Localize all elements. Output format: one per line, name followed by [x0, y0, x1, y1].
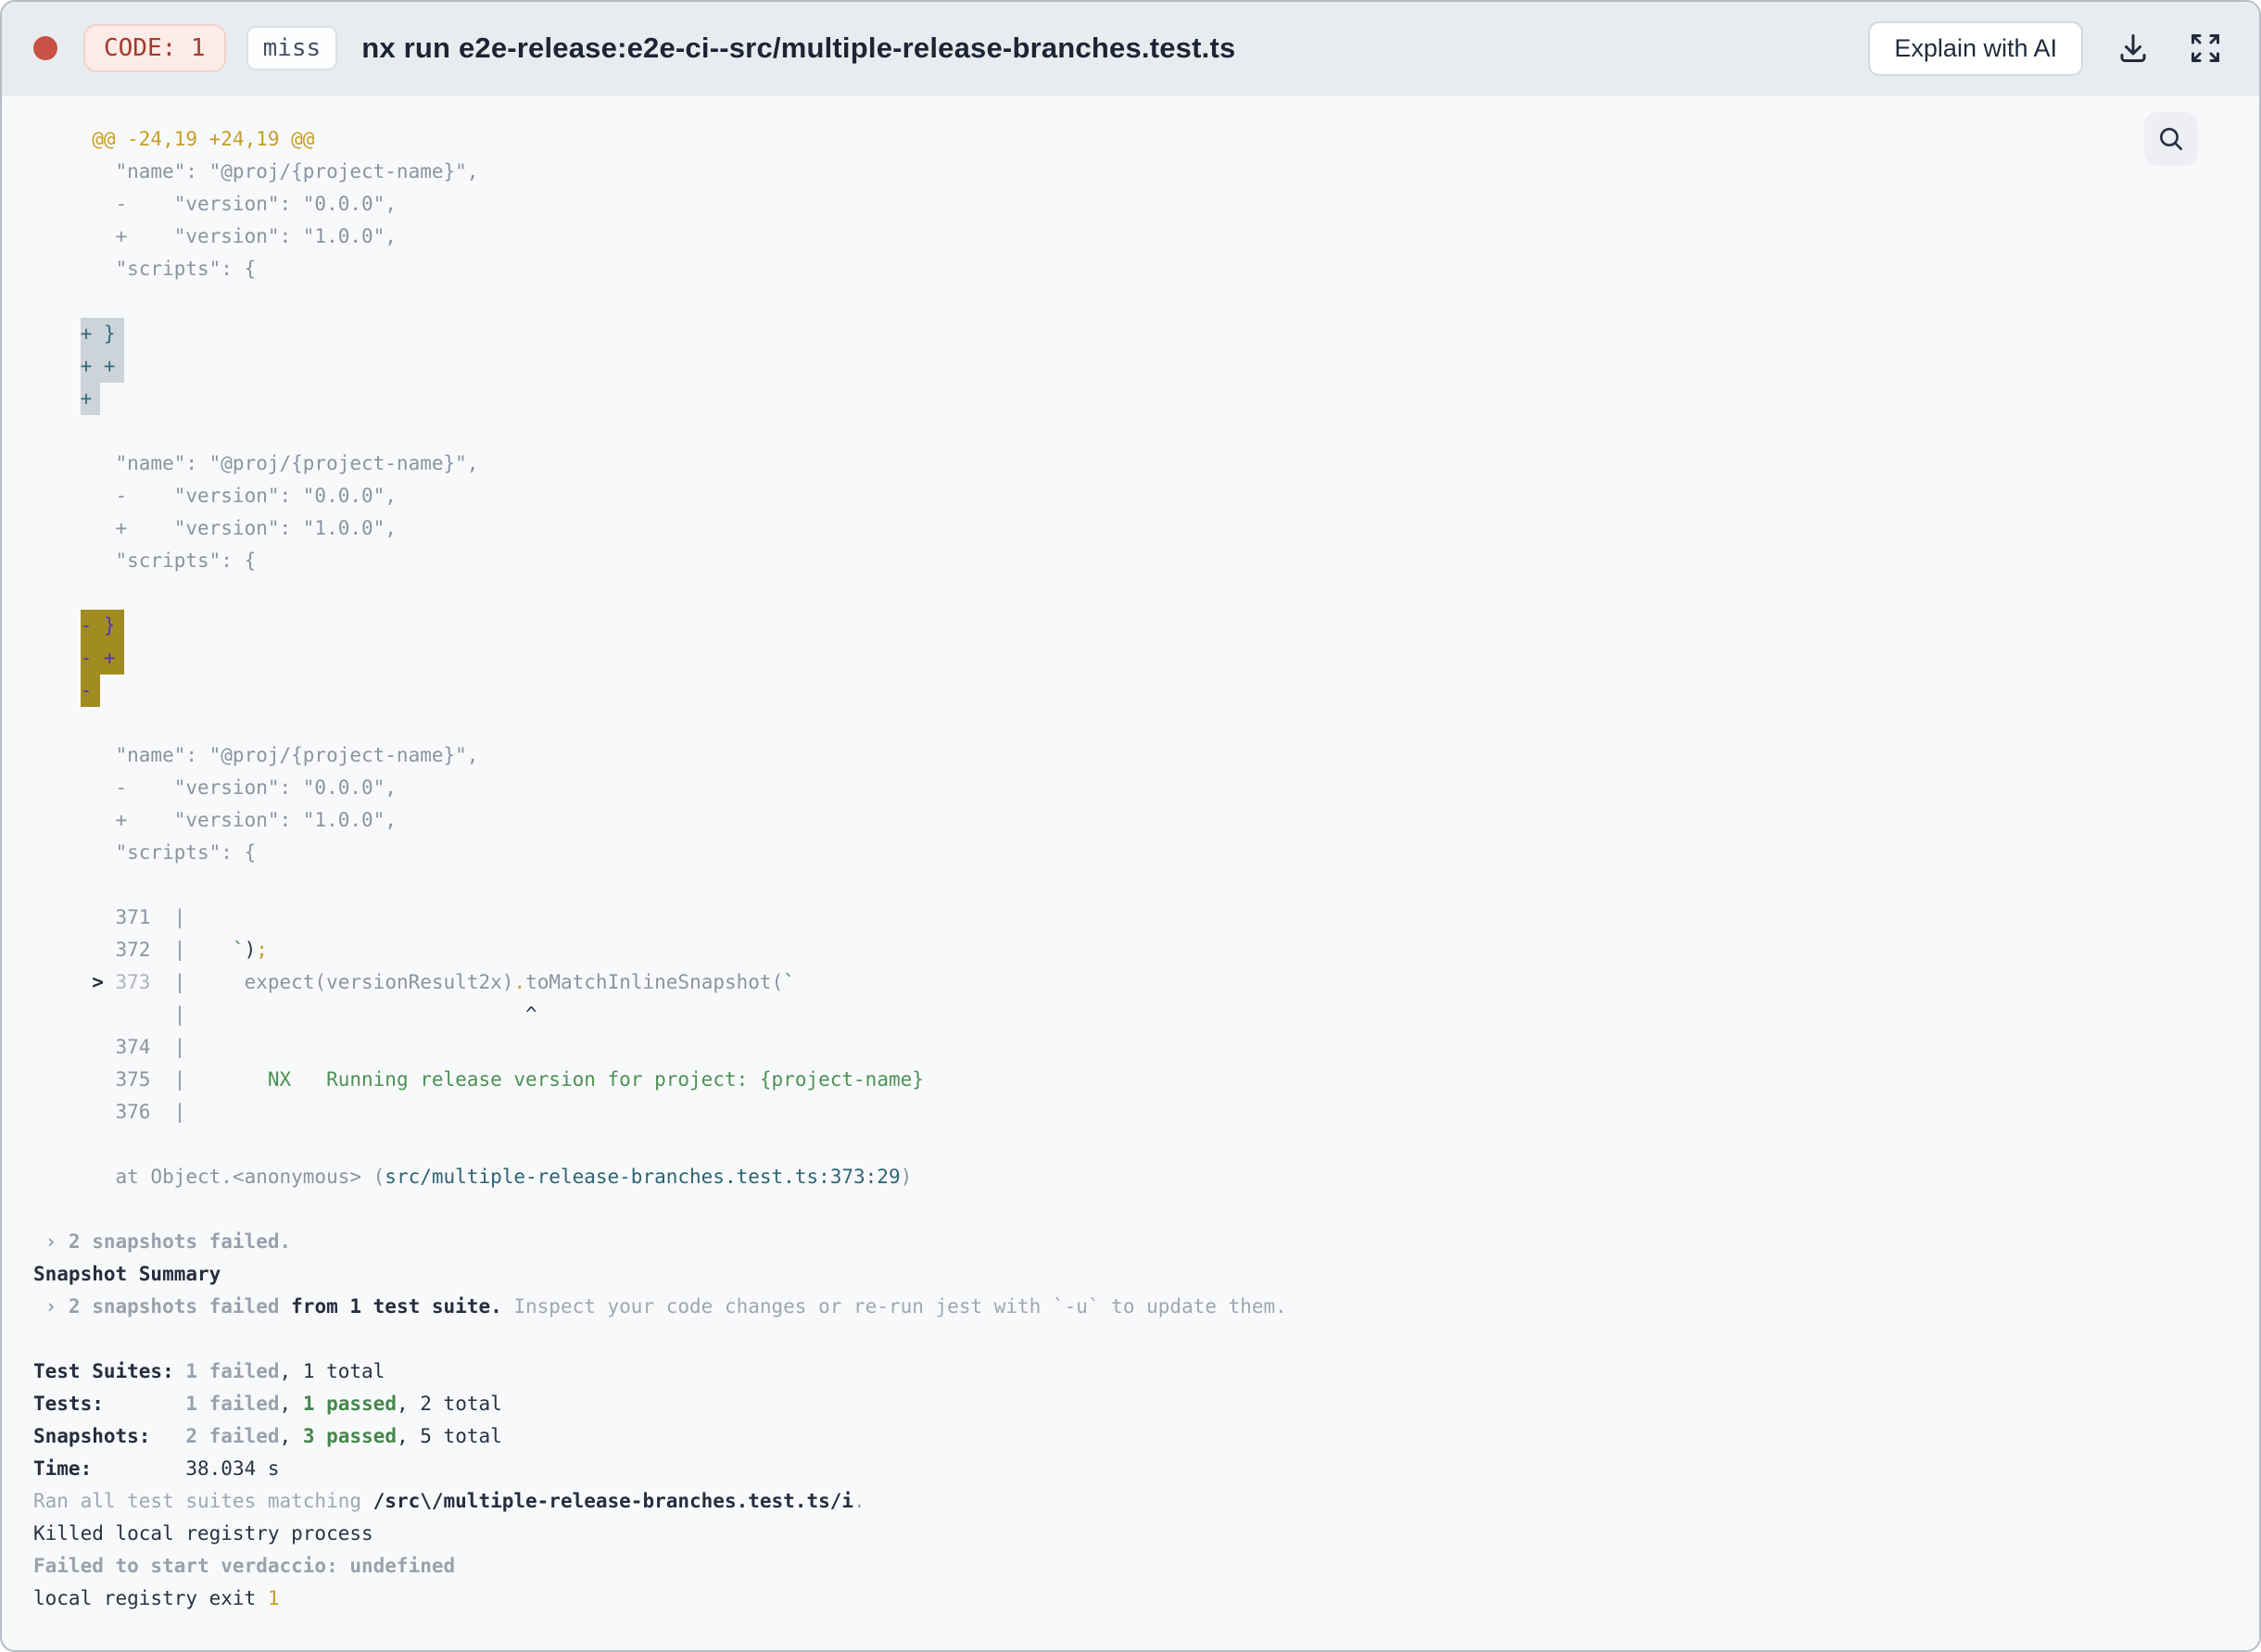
terminal-line: -: [33, 675, 2259, 707]
search-icon: [2156, 124, 2186, 154]
terminal-line: - "version": "0.0.0",: [33, 193, 397, 215]
terminal-log-panel: @@ -24,19 +24,19 @@ "name": "@proj/{proj…: [2, 95, 2259, 1650]
terminal-line: "name": "@proj/{project-name}",: [33, 160, 479, 183]
search-button[interactable]: [2144, 112, 2198, 166]
log-viewer-window: CODE: 1 miss nx run e2e-release:e2e-ci--…: [0, 0, 2261, 1652]
terminal-line: "scripts": {: [33, 549, 257, 572]
terminal-line: + "version": "1.0.0",: [33, 809, 397, 831]
terminal-line: - +: [33, 642, 2259, 675]
terminal-line: + +: [33, 350, 2259, 383]
terminal-line: "scripts": {: [33, 258, 257, 280]
terminal-line: @@ -24,19 +24,19 @@: [33, 128, 315, 150]
download-icon: [2116, 32, 2150, 65]
terminal-line: Killed local registry process: [33, 1522, 373, 1545]
terminal-line: > 373 | expect(versionResult2x).toMatchI…: [92, 971, 795, 993]
terminal-line: at Object.<anonymous> (src/multiple-rele…: [33, 1166, 913, 1188]
terminal-line: "scripts": {: [33, 841, 257, 864]
status-dot: [33, 36, 57, 60]
explain-with-ai-button[interactable]: Explain with AI: [1868, 20, 2083, 76]
terminal-line: local registry exit 1: [33, 1587, 280, 1609]
terminal-output: @@ -24,19 +24,19 @@ "name": "@proj/{proj…: [33, 123, 2259, 1615]
terminal-line: 375 | NX Running release version for pro…: [33, 1068, 924, 1091]
terminal-line: - "version": "0.0.0",: [33, 776, 397, 799]
terminal-line: › 2 snapshots failed.: [33, 1230, 292, 1253]
terminal-line: Failed to start verdaccio: undefined: [33, 1555, 456, 1577]
terminal-line: Snapshot Summary: [33, 1263, 221, 1285]
terminal-line: | ^: [33, 1003, 537, 1026]
download-button[interactable]: [2111, 26, 2155, 70]
terminal-line: Test Suites: 1 failed, 1 total: [33, 1360, 385, 1382]
fullscreen-button[interactable]: [2183, 26, 2228, 70]
terminal-line: + }: [33, 318, 2259, 350]
cache-status-badge: miss: [246, 26, 338, 70]
terminal-line: › 2 snapshots failed from 1 test suite. …: [33, 1295, 1287, 1318]
header-controls: Explain with AI: [1868, 20, 2228, 76]
expand-icon: [2189, 32, 2222, 65]
terminal-line: - }: [33, 610, 2259, 642]
terminal-line: 374 |: [33, 1036, 186, 1058]
terminal-line: Time: 38.034 s: [33, 1457, 280, 1480]
terminal-line: Snapshots: 2 failed, 3 passed, 5 total: [33, 1425, 502, 1447]
terminal-line: 372 | `);: [33, 939, 268, 961]
header-bar: CODE: 1 miss nx run e2e-release:e2e-ci--…: [2, 2, 2259, 95]
terminal-line: + "version": "1.0.0",: [33, 225, 397, 247]
terminal-line: "name": "@proj/{project-name}",: [33, 452, 479, 474]
terminal-line: Tests: 1 failed, 1 passed, 2 total: [33, 1393, 502, 1415]
terminal-line: Ran all test suites matching /src\/multi…: [33, 1490, 865, 1512]
terminal-line: 371 |: [33, 906, 186, 928]
task-title: nx run e2e-release:e2e-ci--src/multiple-…: [361, 32, 1236, 64]
exit-code-badge: CODE: 1: [83, 24, 226, 72]
terminal-line: "name": "@proj/{project-name}",: [33, 744, 479, 766]
terminal-line: 376 |: [33, 1101, 186, 1123]
terminal-line: +: [33, 383, 2259, 415]
terminal-line: + "version": "1.0.0",: [33, 517, 397, 539]
terminal-line: - "version": "0.0.0",: [33, 485, 397, 507]
